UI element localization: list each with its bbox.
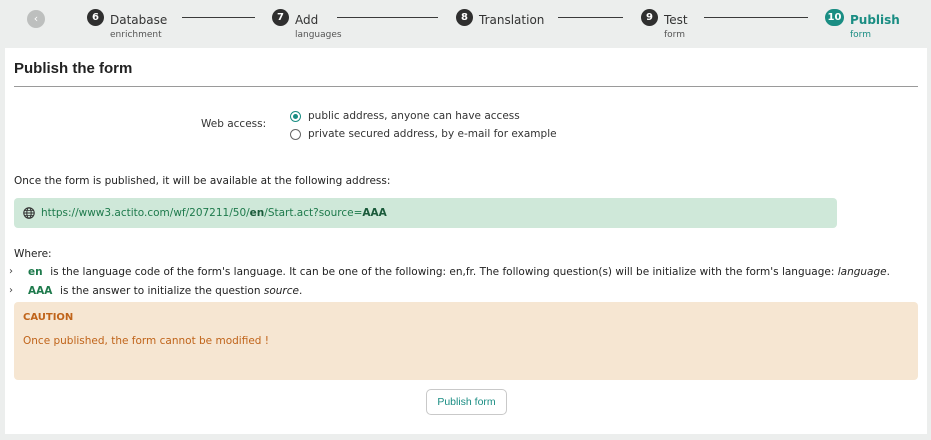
step-publish-form[interactable]: 10 Publish form (825, 9, 900, 42)
public-address-radio[interactable] (290, 110, 301, 122)
step-connector (558, 17, 623, 18)
radio-option-private[interactable]: private secured address, by e-mail for e… (290, 128, 557, 140)
divider (14, 86, 918, 87)
publish-panel: Publish the form Web access: public addr… (5, 48, 927, 434)
step-database-enrichment[interactable]: 6 Database enrichment (87, 9, 167, 42)
published-url-link[interactable]: https://www3.actito.com/wf/207211/50/en/… (41, 207, 387, 219)
step-number: 10 (825, 9, 844, 26)
caution-title: CAUTION (23, 312, 74, 323)
step-number: 7 (272, 9, 289, 26)
radio-option-public[interactable]: public address, anyone can have access (290, 110, 520, 122)
where-item-language: › en is the language code of the form's … (9, 266, 890, 278)
step-test-form[interactable]: 9 Test form (641, 9, 688, 42)
caution-message: Once published, the form cannot be modif… (23, 335, 270, 347)
where-label: Where: (14, 248, 52, 260)
chevron-right-icon: › (9, 266, 13, 277)
step-subtitle: enrichment (110, 30, 162, 40)
step-number: 6 (87, 9, 104, 26)
radio-label[interactable]: public address, anyone can have access (308, 110, 520, 122)
web-access-label: Web access: (201, 118, 267, 130)
private-address-radio[interactable] (290, 128, 301, 140)
publish-form-button[interactable]: Publish form (426, 389, 507, 415)
step-add-languages[interactable]: 7 Add languages (272, 9, 342, 42)
wizard-stepper: ‹ 6 Database enrichment 7 Add languages … (0, 0, 931, 48)
globe-icon (23, 207, 35, 219)
chevron-left-icon: ‹ (33, 12, 39, 25)
step-title: Database (110, 13, 168, 27)
where-item-source: › AAA is the answer to initialize the qu… (9, 285, 303, 297)
chevron-right-icon: › (9, 285, 13, 296)
step-title: Publish (850, 13, 900, 27)
step-connector (704, 17, 808, 18)
step-subtitle: form (850, 30, 871, 40)
step-number: 9 (641, 9, 658, 26)
radio-label[interactable]: private secured address, by e-mail for e… (308, 128, 557, 140)
address-intro: Once the form is published, it will be a… (14, 175, 391, 187)
step-title: Add (295, 13, 319, 27)
step-connector (182, 17, 255, 18)
step-title: Translation (479, 13, 545, 27)
published-url-box: https://www3.actito.com/wf/207211/50/en/… (14, 198, 837, 228)
page-title: Publish the form (14, 60, 133, 77)
step-subtitle: form (664, 30, 685, 40)
back-button[interactable]: ‹ (27, 10, 45, 28)
caution-box: CAUTION Once published, the form cannot … (14, 302, 918, 380)
step-number: 8 (456, 9, 473, 26)
step-subtitle: languages (295, 30, 342, 40)
step-title: Test (664, 13, 688, 27)
step-translation[interactable]: 8 Translation (456, 9, 544, 29)
step-connector (337, 17, 438, 18)
